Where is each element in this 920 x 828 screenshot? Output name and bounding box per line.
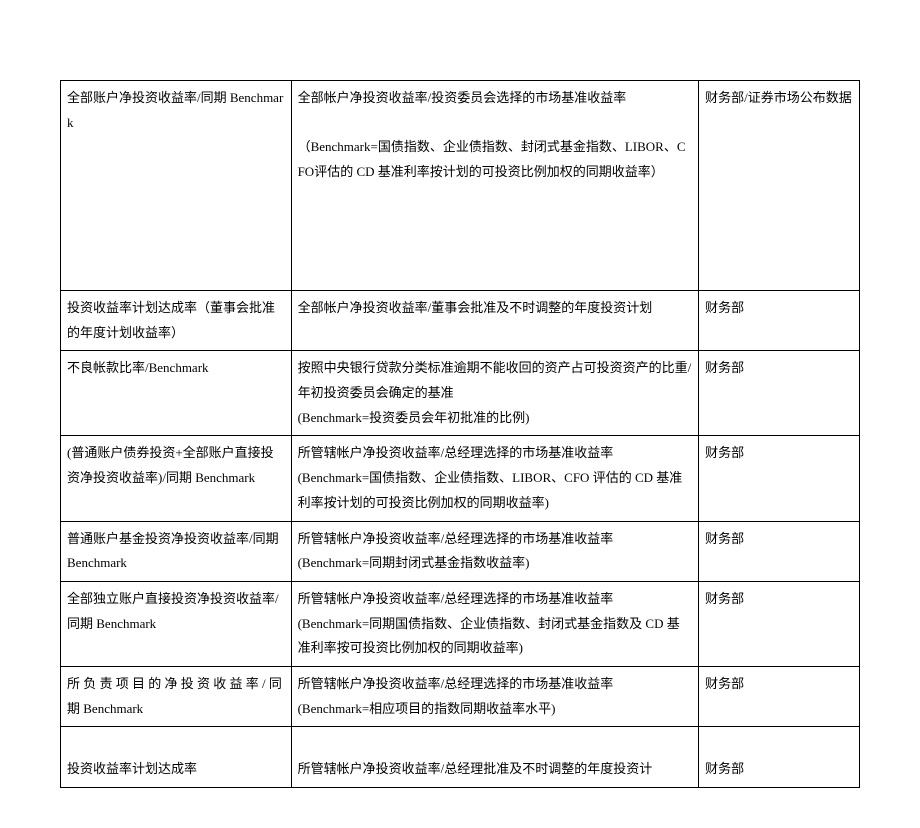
metric-source: 财务部 (705, 441, 853, 466)
table-row: 不良帐款比率/Benchmark 按照中央银行贷款分类标准逾期不能收回的资产占可… (61, 351, 860, 436)
metric-name: 全部账户净投资收益率/同期 Benchmark (67, 86, 285, 135)
metric-desc-a: 所管辖帐户净投资收益率/总经理选择的市场基准收益率 (298, 441, 693, 466)
metric-source: 财务部 (705, 296, 853, 321)
metric-desc-b: (Benchmark=相应项目的指数同期收益率水平) (298, 697, 693, 722)
metrics-table: 全部账户净投资收益率/同期 Benchmark 全部帐户净投资收益率/投资委员会… (60, 80, 860, 788)
metric-name: 不良帐款比率/Benchmark (67, 356, 285, 381)
metric-desc-a: 所管辖帐户净投资收益率/总经理选择的市场基准收益率 (298, 587, 693, 612)
metric-desc-a: 全部帐户净投资收益率/投资委员会选择的市场基准收益率 (298, 86, 693, 111)
metric-name: 所 负 责 项 目 的 净 投 资 收 益 率 / 同 期 Benchmark (67, 672, 285, 721)
table-body: 全部账户净投资收益率/同期 Benchmark 全部帐户净投资收益率/投资委员会… (61, 81, 860, 788)
metric-desc: 全部帐户净投资收益率/董事会批准及不时调整的年度投资计划 (298, 296, 693, 321)
table-row: 投资收益率计划达成率 所管辖帐户净投资收益率/总经理批准及不时调整的年度投资计 … (61, 727, 860, 787)
table-row: 全部账户净投资收益率/同期 Benchmark 全部帐户净投资收益率/投资委员会… (61, 81, 860, 291)
metric-desc-b: (Benchmark=国债指数、企业债指数、LIBOR、CFO 评估的 CD 基… (298, 466, 693, 515)
metric-desc-b: (Benchmark=投资委员会年初批准的比例) (298, 406, 693, 431)
metric-source: 财务部 (705, 527, 853, 552)
metric-name: 投资收益率计划达成率 (67, 757, 285, 782)
table-row: 全部独立账户直接投资净投资收益率/同期 Benchmark 所管辖帐户净投资收益… (61, 581, 860, 666)
metric-desc-a: 所管辖帐户净投资收益率/总经理选择的市场基准收益率 (298, 527, 693, 552)
metric-desc-b: （Benchmark=国债指数、企业债指数、封闭式基金指数、LIBOR、CFO评… (298, 135, 693, 184)
table-row: 所 负 责 项 目 的 净 投 资 收 益 率 / 同 期 Benchmark … (61, 666, 860, 726)
metric-desc-b: (Benchmark=同期封闭式基金指数收益率) (298, 551, 693, 576)
metric-source: 财务部 (705, 757, 853, 782)
metric-source: 财务部 (705, 672, 853, 697)
table-row: (普通账户债券投资+全部账户直接投资净投资收益率)/同期 Benchmark 所… (61, 436, 860, 521)
metric-desc-a: 按照中央银行贷款分类标准逾期不能收回的资产占可投资资产的比重/年初投资委员会确定… (298, 356, 693, 405)
table-row: 普通账户基金投资净投资收益率/同期 Benchmark 所管辖帐户净投资收益率/… (61, 521, 860, 581)
metric-source: 财务部 (705, 356, 853, 381)
metric-desc-a: 所管辖帐户净投资收益率/总经理选择的市场基准收益率 (298, 672, 693, 697)
metric-desc: 所管辖帐户净投资收益率/总经理批准及不时调整的年度投资计 (298, 757, 693, 782)
metric-name: 普通账户基金投资净投资收益率/同期 Benchmark (67, 527, 285, 576)
metric-desc-b: (Benchmark=同期国债指数、企业债指数、封闭式基金指数及 CD 基准利率… (298, 612, 693, 661)
metric-source: 财务部 (705, 587, 853, 612)
table-row: 投资收益率计划达成率（董事会批准的年度计划收益率） 全部帐户净投资收益率/董事会… (61, 291, 860, 351)
metric-source: 财务部/证券市场公布数据 (705, 86, 853, 111)
metric-name: 全部独立账户直接投资净投资收益率/同期 Benchmark (67, 587, 285, 636)
metric-name: (普通账户债券投资+全部账户直接投资净投资收益率)/同期 Benchmark (67, 441, 285, 490)
metric-name: 投资收益率计划达成率（董事会批准的年度计划收益率） (67, 296, 285, 345)
